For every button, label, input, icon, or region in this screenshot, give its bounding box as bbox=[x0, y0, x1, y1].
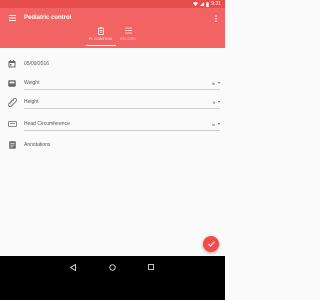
ruler-icon bbox=[7, 97, 17, 107]
weight-unit[interactable]: lb bbox=[212, 81, 215, 86]
head-circumference-unit[interactable]: in bbox=[212, 122, 215, 127]
head-circumference-row[interactable]: Head Circumference in bbox=[0, 115, 225, 133]
head-circumference-underline bbox=[24, 130, 220, 131]
tab-control[interactable]: R. CONTROL bbox=[86, 26, 116, 46]
status-time: 9:31 bbox=[211, 1, 221, 7]
height-unit[interactable]: ft bbox=[213, 100, 215, 105]
tab-record[interactable]: RECORD bbox=[113, 26, 143, 46]
signal-icon bbox=[200, 2, 205, 6]
head-icon bbox=[7, 119, 17, 129]
clipboard-icon bbox=[98, 26, 104, 35]
app-bar: Pediatric control R. CONTROL RECORD bbox=[0, 8, 225, 48]
wifi-icon bbox=[193, 2, 199, 6]
annotations-row[interactable]: Annotations bbox=[0, 136, 225, 154]
date-row[interactable]: 05/09/2016 bbox=[0, 55, 225, 73]
tab-control-label: R. CONTROL bbox=[89, 37, 113, 41]
head-circumference-field: Head Circumference bbox=[24, 121, 70, 127]
list-icon bbox=[124, 26, 132, 35]
height-row[interactable]: Height ft bbox=[0, 93, 225, 111]
weight-field: Weight bbox=[24, 80, 40, 86]
recents-icon[interactable] bbox=[146, 262, 156, 272]
hamburger-menu-icon[interactable] bbox=[7, 13, 17, 23]
annotations-field: Annotations bbox=[24, 142, 51, 148]
tab-record-label: RECORD bbox=[119, 37, 137, 41]
weight-underline bbox=[24, 89, 220, 90]
save-fab-button[interactable] bbox=[203, 236, 219, 252]
chevron-down-icon[interactable] bbox=[218, 82, 220, 84]
chevron-down-icon[interactable] bbox=[218, 123, 220, 125]
app-title: Pediatric control bbox=[24, 15, 72, 21]
home-icon[interactable] bbox=[107, 262, 117, 272]
height-underline bbox=[24, 108, 220, 109]
calendar-icon bbox=[7, 59, 17, 69]
notes-icon bbox=[7, 140, 17, 150]
battery-icon bbox=[206, 1, 210, 7]
weight-row[interactable]: Weight lb bbox=[0, 74, 225, 92]
height-field: Height bbox=[24, 99, 39, 105]
scale-icon bbox=[7, 78, 17, 88]
tab-selected-indicator bbox=[86, 44, 116, 46]
chevron-down-icon[interactable] bbox=[218, 101, 220, 103]
more-vert-icon[interactable] bbox=[213, 13, 219, 23]
back-icon[interactable] bbox=[68, 262, 78, 272]
date-value: 05/09/2016 bbox=[24, 61, 50, 67]
status-icons: 9:31 bbox=[193, 0, 221, 8]
check-icon bbox=[207, 241, 215, 247]
status-bar: 9:31 bbox=[0, 0, 225, 8]
